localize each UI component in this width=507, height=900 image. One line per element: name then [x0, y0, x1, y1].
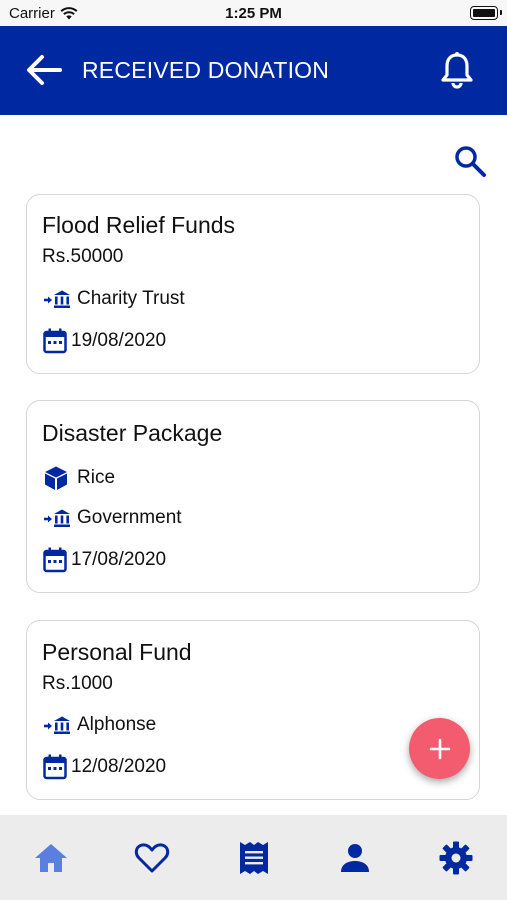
donor-name: Charity Trust — [77, 288, 185, 309]
donor-row: Charity Trust — [43, 288, 185, 310]
bottom-nav — [0, 815, 507, 900]
date-row: 12/08/2020 — [43, 754, 166, 780]
home-icon — [35, 844, 67, 872]
plus-icon — [429, 738, 450, 759]
app-header: RECEIVED DONATION — [0, 26, 507, 115]
donation-date: 19/08/2020 — [71, 330, 167, 351]
search-button[interactable] — [452, 143, 488, 179]
bell-icon — [441, 52, 473, 89]
date-row: 19/08/2020 — [43, 328, 166, 354]
donation-card[interactable]: Disaster Package Rice Government 17/08/2… — [26, 400, 480, 593]
calendar-icon — [43, 328, 67, 354]
bank-transfer-icon — [44, 509, 70, 527]
donation-date: 17/08/2020 — [71, 549, 167, 570]
back-button[interactable] — [24, 52, 64, 88]
item-row: Rice — [43, 465, 115, 491]
donation-date: 12/08/2020 — [71, 756, 167, 777]
heart-icon — [134, 843, 170, 873]
gear-icon — [439, 841, 473, 875]
donation-card[interactable]: Flood Relief Funds Rs.50000 Charity Trus… — [26, 194, 480, 374]
person-icon — [341, 844, 369, 872]
donation-amount: Rs.1000 — [42, 673, 113, 694]
battery-icon — [470, 6, 502, 20]
page-title: RECEIVED DONATION — [82, 57, 330, 83]
nav-profile[interactable] — [335, 838, 375, 878]
calendar-icon — [43, 547, 67, 573]
donation-title: Personal Fund — [42, 639, 192, 665]
notifications-button[interactable] — [438, 50, 476, 90]
donation-card[interactable]: Personal Fund Rs.1000 Alphonse 12/08/202… — [26, 620, 480, 800]
box-icon — [45, 466, 67, 490]
nav-receipts[interactable] — [234, 838, 274, 878]
nav-settings[interactable] — [436, 838, 476, 878]
calendar-icon — [43, 754, 67, 780]
donation-title: Disaster Package — [42, 420, 223, 446]
donation-amount: Rs.50000 — [42, 246, 124, 267]
donor-name: Government — [77, 507, 182, 528]
date-row: 17/08/2020 — [43, 547, 166, 573]
bank-transfer-icon — [44, 716, 70, 734]
donation-title: Flood Relief Funds — [42, 212, 236, 238]
donor-name: Alphonse — [77, 714, 157, 735]
status-bar: Carrier 1:25 PM — [0, 0, 507, 26]
receipt-icon — [240, 842, 268, 874]
donor-row: Alphonse — [43, 714, 156, 736]
donor-row: Government — [43, 507, 182, 529]
bank-transfer-icon — [44, 290, 70, 308]
search-icon — [455, 146, 486, 177]
nav-favorites[interactable] — [132, 838, 172, 878]
item-name: Rice — [77, 467, 116, 488]
add-donation-button[interactable] — [409, 718, 470, 779]
arrow-left-icon — [27, 55, 62, 85]
status-time: 1:25 PM — [225, 5, 282, 22]
nav-home[interactable] — [31, 838, 71, 878]
